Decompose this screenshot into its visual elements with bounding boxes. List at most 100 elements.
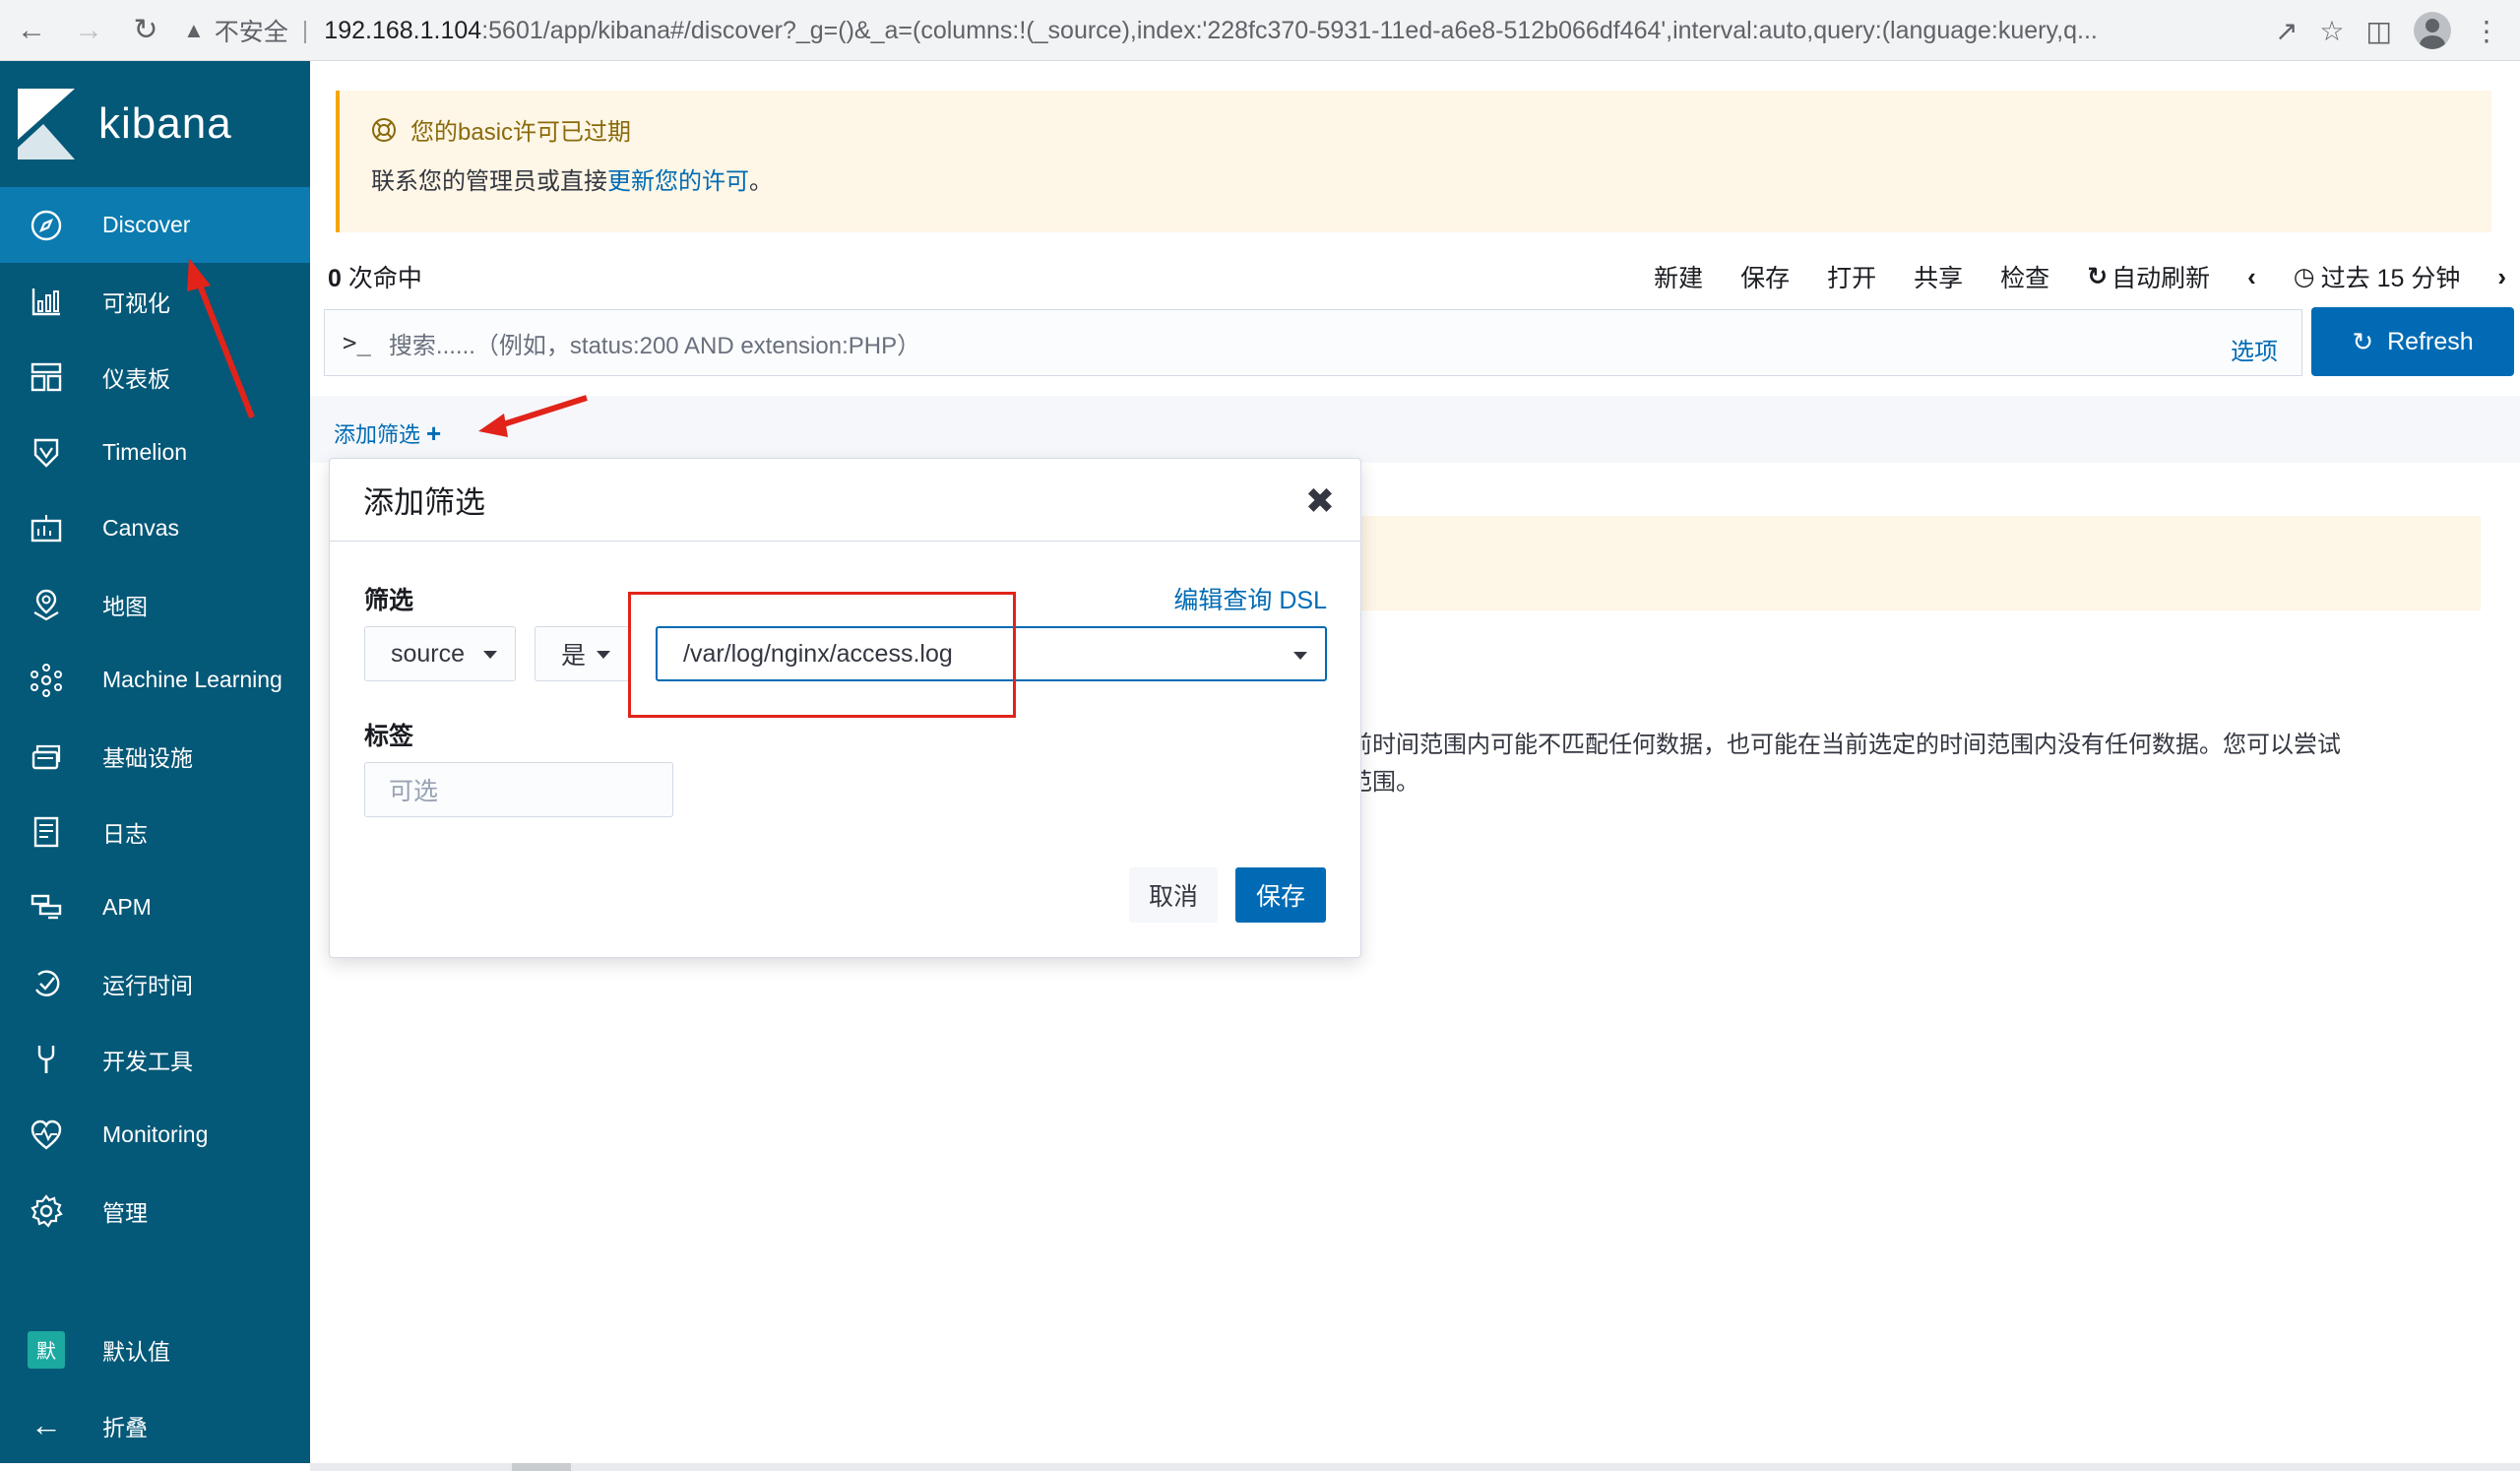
sidebar-item-infra[interactable]: 基础设施 xyxy=(0,718,310,794)
plus-icon: + xyxy=(426,417,442,448)
reload-icon[interactable]: ↻ xyxy=(120,5,171,56)
address-separator: | xyxy=(301,16,309,44)
sidebar-item-compass[interactable]: Discover xyxy=(0,187,310,263)
sidebar-item-canvas[interactable]: Canvas xyxy=(0,490,310,566)
refresh-icon: ↻ xyxy=(2352,326,2374,356)
license-title-text: 您的basic许可已过期 xyxy=(410,119,632,146)
sidebar-item-space[interactable]: 默 默认值 xyxy=(0,1311,310,1387)
insecure-label: 不安全 xyxy=(214,19,288,46)
edit-query-dsl-link[interactable]: 编辑查询 DSL xyxy=(1173,581,1327,616)
sidebar-item-label: 地图 xyxy=(102,593,148,619)
sidebar-item-dashboard[interactable]: 仪表板 xyxy=(0,339,310,415)
field-select[interactable]: source xyxy=(364,626,516,681)
query-options-link[interactable]: 选项 xyxy=(2231,332,2278,366)
browser-actions: ↗ ☆ ◫ ⋮ xyxy=(2275,6,2520,55)
time-range-label: 过去 15 分钟 xyxy=(2320,265,2461,292)
sidebar-item-monitoring[interactable]: Monitoring xyxy=(0,1097,310,1173)
no-results-text: 前时间范围内可能不匹配任何数据，也可能在当前选定的时间范围内没有任何数据。您可以… xyxy=(1349,727,2341,801)
menu-new[interactable]: 新建 xyxy=(1654,259,1703,294)
no-results-line-2: 范围。 xyxy=(1349,769,1419,796)
sidebar-item-ml[interactable]: Machine Learning xyxy=(0,642,310,718)
back-icon[interactable]: ← xyxy=(6,5,57,56)
sidebar-item-label: Monitoring xyxy=(102,1121,209,1147)
update-license-link[interactable]: 更新您的许可 xyxy=(607,168,749,195)
license-body-prefix: 联系您的管理员或直接 xyxy=(371,168,607,195)
menu-icon[interactable]: ⋮ xyxy=(2473,15,2500,47)
operator-select[interactable]: 是 xyxy=(535,626,629,681)
menu-inspect[interactable]: 检查 xyxy=(2000,259,2049,294)
time-picker[interactable]: ◷ 过去 15 分钟 xyxy=(2294,259,2461,294)
custom-label-input[interactable]: 可选 xyxy=(364,762,673,817)
scrollbar-thumb[interactable] xyxy=(512,1463,571,1471)
collapse-label: 折叠 xyxy=(102,1414,148,1440)
kibana-logo[interactable]: kibana xyxy=(0,61,310,187)
sidebar-item-timelion[interactable]: Timelion xyxy=(0,415,310,490)
share-icon[interactable]: ↗ xyxy=(2275,15,2298,47)
sidebar-item-visualize[interactable]: 可视化 xyxy=(0,263,310,339)
custom-label-placeholder: 可选 xyxy=(389,778,439,805)
refresh-cycle-icon: ↻ xyxy=(2087,263,2109,290)
horizontal-scrollbar[interactable] xyxy=(310,1463,2520,1471)
top-menu: 新建 保存 打开 共享 检查 ↻ 自动刷新 ‹ ◷ 过去 15 分钟 › xyxy=(1616,259,2506,294)
license-callout: 您的basic许可已过期 联系您的管理员或直接更新您的许可。 xyxy=(336,91,2491,232)
sidebar-item-map[interactable]: 地图 xyxy=(0,566,310,642)
menu-open[interactable]: 打开 xyxy=(1827,259,1876,294)
chevron-left-icon[interactable]: ‹ xyxy=(2247,262,2256,292)
monitoring-icon xyxy=(28,1117,65,1154)
search-input[interactable]: >_ 搜索......（例如，status:200 AND extension:… xyxy=(324,309,2302,376)
compass-icon xyxy=(28,207,65,244)
sidebar-item-label: Machine Learning xyxy=(102,667,283,692)
visualize-icon xyxy=(28,283,65,320)
query-prompt-icon: >_ xyxy=(343,329,371,356)
cancel-button[interactable]: 取消 xyxy=(1129,867,1218,923)
address-bar[interactable]: ▲ 不安全 | 192.168.1.104:5601/app/kibana#/d… xyxy=(183,6,2319,55)
field-select-value: source xyxy=(391,639,466,668)
sidebar-item-apm[interactable]: APM xyxy=(0,869,310,945)
sidebar-item-collapse[interactable]: ← 折叠 xyxy=(0,1387,310,1463)
canvas-icon xyxy=(28,510,65,547)
sidebar-item-label: APM xyxy=(102,894,152,920)
sidebar-item-gear[interactable]: 管理 xyxy=(0,1173,310,1248)
clock-icon: ◷ xyxy=(2293,263,2315,290)
filter-label: 筛选 xyxy=(364,587,414,614)
menu-share[interactable]: 共享 xyxy=(1914,259,1963,294)
menu-save[interactable]: 保存 xyxy=(1740,259,1790,294)
url-path: :5601/app/kibana#/discover?_g=()&_a=(col… xyxy=(481,16,2098,44)
add-filter-button[interactable]: 添加筛选 + xyxy=(334,417,441,449)
close-icon[interactable]: ✖ xyxy=(1305,480,1335,522)
forward-icon[interactable]: → xyxy=(63,5,114,56)
no-results-callout xyxy=(1354,516,2481,610)
sidebar-item-logs[interactable]: 日志 xyxy=(0,794,310,869)
save-button[interactable]: 保存 xyxy=(1235,867,1326,923)
auto-refresh-button[interactable]: ↻ 自动刷新 xyxy=(2087,259,2210,294)
caret-down-icon xyxy=(597,651,610,659)
sidebar-item-uptime[interactable]: 运行时间 xyxy=(0,945,310,1021)
license-body-suffix: 。 xyxy=(749,168,773,195)
sidepanel-icon[interactable]: ◫ xyxy=(2366,15,2392,47)
dashboard-icon xyxy=(28,358,65,396)
profile-avatar[interactable] xyxy=(2414,12,2451,49)
refresh-button[interactable]: ↻ Refresh xyxy=(2311,307,2514,376)
logs-icon xyxy=(28,813,65,851)
add-filter-label: 添加筛选 xyxy=(334,422,421,447)
star-icon[interactable]: ☆ xyxy=(2319,15,2344,47)
hits-label: 次命中 xyxy=(341,265,422,292)
sidebar-item-label: 仪表板 xyxy=(102,365,170,392)
operator-select-value: 是 xyxy=(561,642,587,670)
search-placeholder: 搜索......（例如，status:200 AND extension:PHP… xyxy=(388,332,921,359)
caret-down-icon xyxy=(1293,652,1307,660)
hits-count: 0 xyxy=(328,265,342,292)
filter-bar: 添加筛选 + xyxy=(310,396,2520,463)
apm-icon xyxy=(28,889,65,927)
space-avatar: 默 xyxy=(28,1330,65,1369)
devtools-icon xyxy=(28,1041,65,1078)
chevron-right-icon[interactable]: › xyxy=(2497,262,2506,292)
gear-icon xyxy=(28,1192,65,1230)
top-nav: 0 次命中 新建 保存 打开 共享 检查 ↻ 自动刷新 ‹ ◷ 过去 15 分钟 › xyxy=(310,252,2520,301)
kibana-logo-icon xyxy=(18,89,75,160)
sidebar-item-label: 基础设施 xyxy=(102,744,193,771)
tag-label: 标签 xyxy=(364,723,414,750)
logo-text: kibana xyxy=(98,99,232,148)
sidebar-item-label: 可视化 xyxy=(102,289,170,316)
sidebar-item-devtools[interactable]: 开发工具 xyxy=(0,1021,310,1097)
